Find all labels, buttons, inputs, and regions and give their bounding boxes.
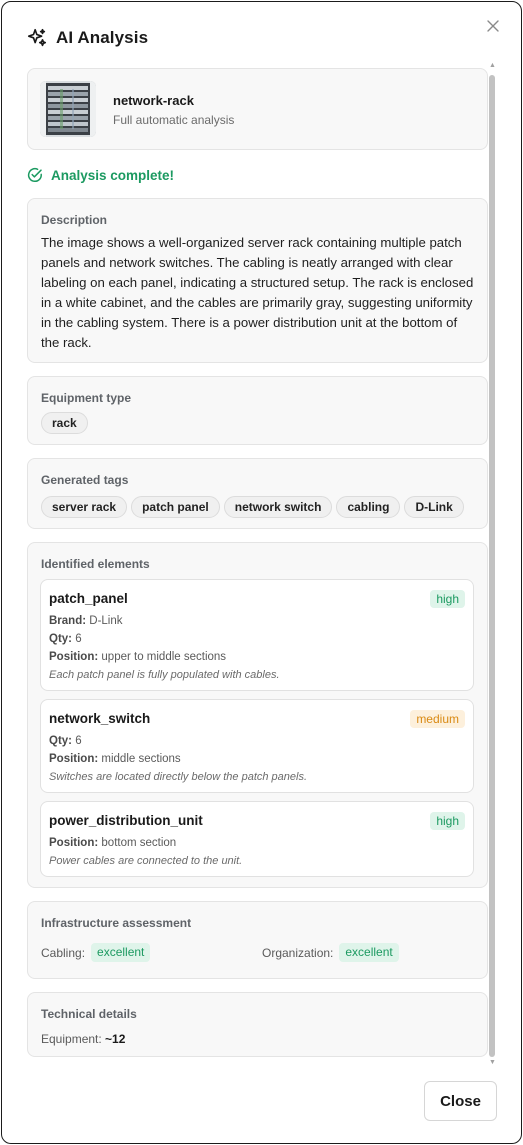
dialog-title: AI Analysis xyxy=(56,28,149,47)
confidence-badge: high xyxy=(430,590,465,608)
tag-pill: server rack xyxy=(41,496,128,518)
element-note: Power cables are connected to the unit. xyxy=(49,855,243,867)
element-brand: Brand: D-Link xyxy=(49,615,123,627)
ai-analysis-dialog: AI Analysis network-rack Full automatic … xyxy=(1,1,522,1144)
scrollbar-thumb[interactable] xyxy=(489,75,495,1057)
confidence-badge: high xyxy=(430,812,465,830)
element-name: power_distribution_unit xyxy=(49,813,203,828)
description-text: The image shows a well-organized server … xyxy=(41,235,474,350)
equipment-type-card: Equipment type rack xyxy=(27,376,488,445)
generated-tags-card: Generated tags server rack patch panel n… xyxy=(27,458,488,529)
element-item: network_switch medium Qty: 6 Position: m… xyxy=(40,699,474,793)
element-qty: Qty: 6 xyxy=(49,735,82,747)
status-text: Analysis complete! xyxy=(51,167,175,183)
analysis-status: Analysis complete! xyxy=(27,166,174,184)
element-name: network_switch xyxy=(49,711,151,726)
element-note: Each patch panel is fully populated with… xyxy=(49,669,280,681)
element-position: Position: upper to middle sections xyxy=(49,651,227,663)
cabling-rating: Cabling: excellent xyxy=(41,943,151,962)
element-name: patch_panel xyxy=(49,591,128,606)
element-item: power_distribution_unit high Position: b… xyxy=(40,801,474,877)
file-card: network-rack Full automatic analysis xyxy=(27,68,488,150)
tag-pill: cabling xyxy=(336,496,401,518)
tag-pill: D-Link xyxy=(404,496,464,518)
description-card: Description The image shows a well-organ… xyxy=(27,198,488,363)
element-position: Position: bottom section xyxy=(49,837,177,849)
confidence-badge: medium xyxy=(410,710,465,728)
sparkles-icon xyxy=(26,27,48,49)
technical-details-card: Technical details Equipment: ~12 xyxy=(27,992,488,1057)
organization-rating-badge: excellent xyxy=(339,943,399,962)
identified-elements-label: Identified elements xyxy=(41,557,150,571)
vertical-scrollbar[interactable]: ▲ ▼ xyxy=(488,62,496,1067)
file-subtitle: Full automatic analysis xyxy=(113,113,235,127)
element-position: Position: middle sections xyxy=(49,753,181,765)
technical-details-label: Technical details xyxy=(41,1007,137,1021)
equipment-count: Equipment: ~12 xyxy=(41,1032,126,1046)
equipment-type-label: Equipment type xyxy=(41,391,132,405)
file-thumbnail xyxy=(40,81,96,137)
tag-pill: network switch xyxy=(223,496,333,518)
dialog-header: AI Analysis xyxy=(26,24,148,52)
tag-pill: patch panel xyxy=(131,496,220,518)
close-button[interactable]: Close xyxy=(424,1081,497,1121)
equipment-type-pill: rack xyxy=(41,412,88,434)
infrastructure-assessment-card: Infrastructure assessment Cabling: excel… xyxy=(27,901,488,979)
scroll-down-arrow-icon[interactable]: ▼ xyxy=(489,1059,496,1067)
identified-elements-card: Identified elements patch_panel high Bra… xyxy=(27,542,488,888)
element-note: Switches are located directly below the … xyxy=(49,771,308,783)
element-qty: Qty: 6 xyxy=(49,633,82,645)
check-circle-icon xyxy=(27,167,43,183)
infrastructure-assessment-label: Infrastructure assessment xyxy=(41,916,192,930)
close-icon[interactable] xyxy=(483,16,503,36)
element-item: patch_panel high Brand: D-Link Qty: 6 Po… xyxy=(40,579,474,691)
cabling-rating-badge: excellent xyxy=(91,943,151,962)
description-label: Description xyxy=(41,213,108,227)
generated-tags-label: Generated tags xyxy=(41,473,129,487)
analysis-scroll-area[interactable]: network-rack Full automatic analysis Ana… xyxy=(27,68,489,1063)
scroll-up-arrow-icon[interactable]: ▲ xyxy=(489,62,496,70)
file-name: network-rack xyxy=(113,93,194,108)
organization-rating: Organization: excellent xyxy=(262,943,399,962)
